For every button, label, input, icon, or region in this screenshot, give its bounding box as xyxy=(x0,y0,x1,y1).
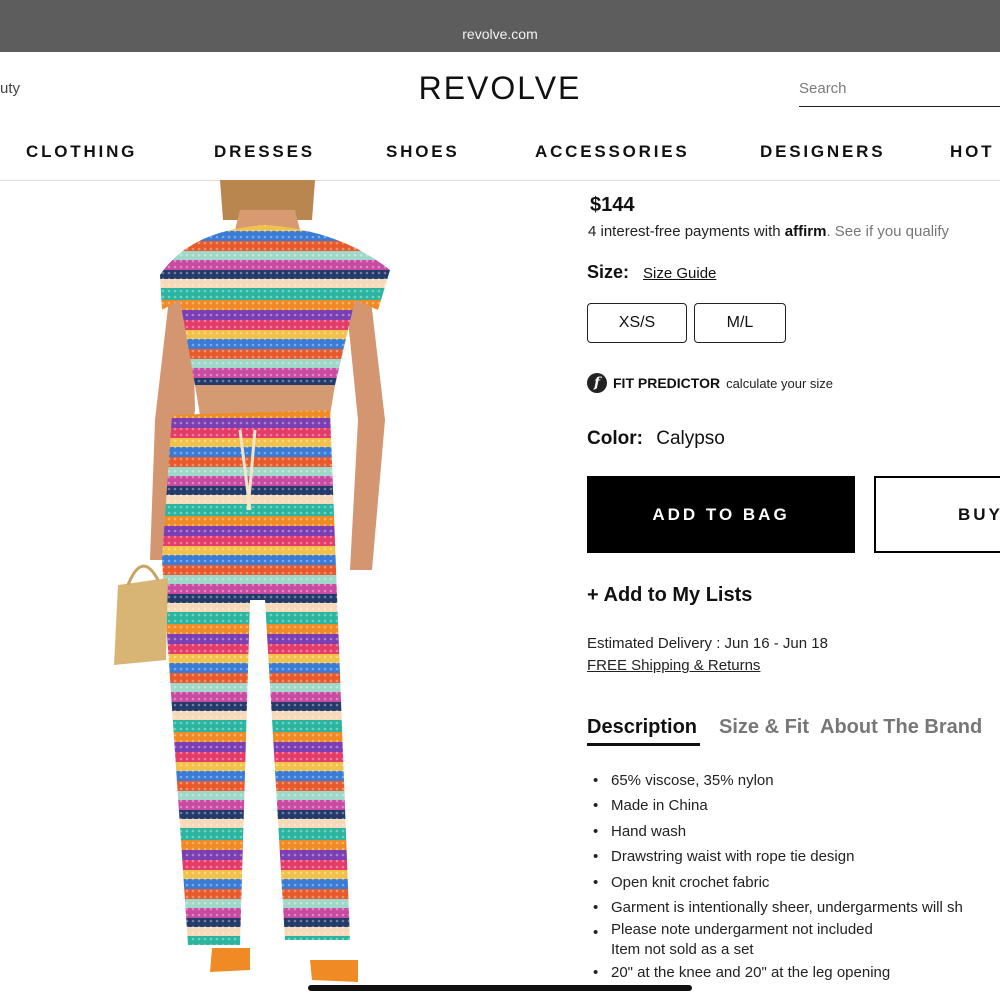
list-item: Hand wash xyxy=(593,819,1000,845)
list-item-line: Item not sold as a set xyxy=(611,941,754,959)
list-item: Please note undergarment not included It… xyxy=(593,920,1000,960)
color-label: Color: xyxy=(587,428,643,449)
nav-item-shoes[interactable]: SHOES xyxy=(386,142,460,162)
product-image[interactable] xyxy=(100,180,420,1000)
browser-url-bar[interactable]: revolve.com xyxy=(0,0,1000,52)
straw-bag xyxy=(114,578,168,665)
site-header: uty REVOLVE CLOTHING DRESSES SHOES ACCES… xyxy=(0,52,1000,181)
description-list: 65% viscose, 35% nylon Made in China Han… xyxy=(593,768,1000,986)
add-to-lists-link[interactable]: + Add to My Lists xyxy=(587,584,752,607)
search-box[interactable] xyxy=(799,80,1000,107)
active-tab-indicator xyxy=(587,743,700,746)
home-indicator[interactable] xyxy=(308,985,692,991)
list-item-line: Please note undergarment not included xyxy=(611,921,873,939)
list-item: 65% viscose, 35% nylon xyxy=(593,768,1000,794)
list-item: Drawstring waist with rope tie design xyxy=(593,844,1000,870)
buy-now-button[interactable]: BUY xyxy=(874,476,1000,553)
fit-predictor-icon: f xyxy=(587,373,607,393)
nav-item-designers[interactable]: DESIGNERS xyxy=(760,142,885,162)
main-nav: CLOTHING DRESSES SHOES ACCESSORIES DESIG… xyxy=(0,142,1000,164)
nav-item-hot[interactable]: HOT xyxy=(950,142,994,162)
size-label: Size: xyxy=(587,262,630,282)
affirm-payments: 4 interest-free payments with affirm. Se… xyxy=(588,223,949,240)
tab-about-brand[interactable]: About The Brand xyxy=(820,716,982,739)
list-item: Made in China xyxy=(593,793,1000,819)
color-value: Calypso xyxy=(656,428,725,449)
product-price: $144 xyxy=(590,194,635,216)
list-item: 20" at the knee and 20" at the leg openi… xyxy=(593,960,1000,986)
fit-predictor-subtitle: calculate your size xyxy=(726,375,834,391)
list-item: Garment is intentionally sheer, undergar… xyxy=(593,895,1000,921)
search-input[interactable] xyxy=(799,80,989,97)
color-selector: Color: Calypso xyxy=(587,428,725,450)
affirm-logo: affirm xyxy=(784,223,827,240)
estimated-delivery: Estimated Delivery : Jun 16 - Jun 18 xyxy=(587,635,828,652)
size-option-m-l[interactable]: M/L xyxy=(694,303,786,343)
size-guide-link[interactable]: Size Guide xyxy=(643,265,716,282)
affirm-text: 4 interest-free payments with xyxy=(588,223,781,240)
url-text[interactable]: revolve.com xyxy=(0,26,1000,42)
add-to-bag-button[interactable]: ADD TO BAG xyxy=(587,476,855,553)
nav-item-accessories[interactable]: ACCESSORIES xyxy=(535,142,690,162)
fit-predictor-title: FIT PREDICTOR xyxy=(613,375,721,391)
tab-description[interactable]: Description xyxy=(587,716,697,739)
nav-item-clothing[interactable]: CLOTHING xyxy=(26,142,137,162)
affirm-qualify-link[interactable]: . See if you qualify xyxy=(826,223,949,240)
free-shipping-link[interactable]: FREE Shipping & Returns xyxy=(587,657,760,674)
size-option-xs-s[interactable]: XS/S xyxy=(587,303,687,343)
tab-size-fit[interactable]: Size & Fit xyxy=(719,716,809,739)
list-item: Open knit crochet fabric xyxy=(593,870,1000,896)
nav-item-dresses[interactable]: DRESSES xyxy=(214,142,315,162)
fit-predictor[interactable]: f FIT PREDICTOR calculate your size xyxy=(587,373,833,393)
